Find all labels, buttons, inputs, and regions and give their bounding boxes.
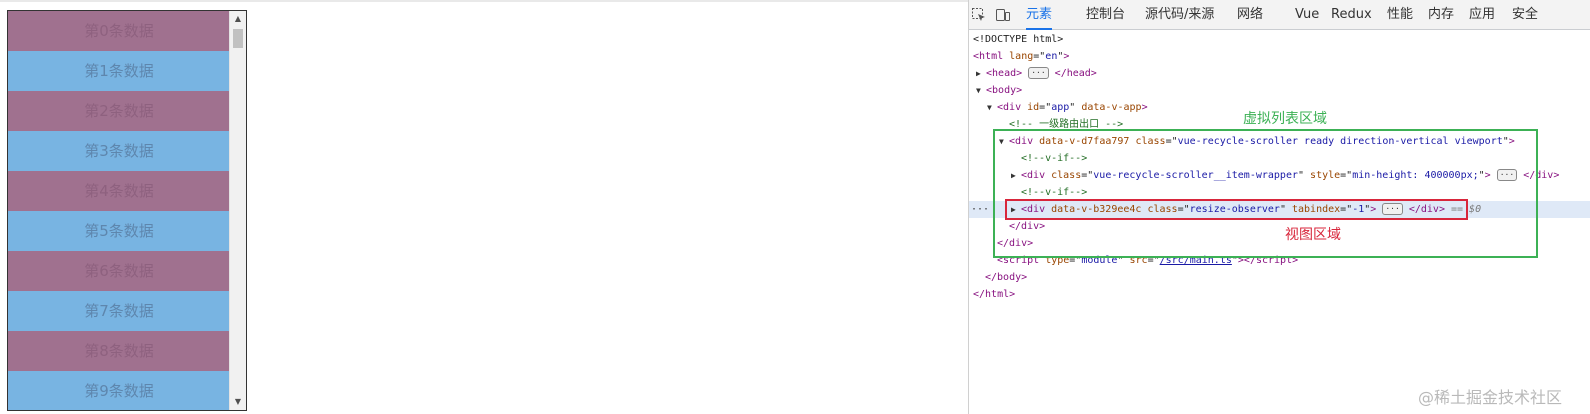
devtools-tab-label: 网络 xyxy=(1237,7,1264,22)
body-close-line[interactable]: </body> xyxy=(969,269,1590,286)
more-options-icon[interactable]: ··· xyxy=(971,201,989,218)
list-item: 第7条数据 xyxy=(8,291,230,331)
devtools-toolbar: 元素 控制台 源代码/来源 网络 Vue Redux 性能 内存 应用 安全 xyxy=(969,0,1590,30)
devtools-tab[interactable]: Redux xyxy=(1331,0,1372,30)
devtools-tab[interactable]: 元素 xyxy=(1026,0,1053,30)
app-data-attr: data-v-app xyxy=(1081,102,1142,113)
head-line[interactable]: ▶ <head> ··· </head> xyxy=(969,65,1590,82)
doctype-line: <!DOCTYPE html> xyxy=(969,31,1590,48)
devtools-tab[interactable]: 网络 xyxy=(1237,0,1263,30)
app-div-tag: div xyxy=(1003,102,1022,113)
app-id-value: app xyxy=(1051,102,1070,113)
html-open-line[interactable]: <html lang="en"> xyxy=(969,48,1590,65)
collapse-triangle-icon[interactable]: ▼ xyxy=(987,99,997,116)
list-item: 第1条数据 xyxy=(8,51,230,91)
close-body-tag: </body> xyxy=(985,272,1028,283)
scroll-up-arrow-icon[interactable]: ▲ xyxy=(230,11,246,27)
devtools-tab-label: 应用 xyxy=(1469,7,1496,22)
devtools-tab-label: 性能 xyxy=(1387,7,1414,22)
list-item: 第2条数据 xyxy=(8,91,230,131)
view-area-highlight-box xyxy=(1005,199,1468,220)
body-tag: body xyxy=(992,85,1017,96)
scrollbar-thumb[interactable] xyxy=(233,29,243,48)
watermark: @稀土掘金技术社区 xyxy=(1417,388,1562,407)
devtools-tab[interactable]: 应用 xyxy=(1469,0,1495,30)
devtools-tab[interactable]: 源代码/来源 xyxy=(1145,0,1214,30)
devtools-tab-label: Vue xyxy=(1295,7,1320,22)
virtual-list-highlight-box xyxy=(993,129,1538,258)
collapse-triangle-icon[interactable]: ▼ xyxy=(976,82,986,99)
list-item: 第6条数据 xyxy=(8,251,230,291)
html-tag: html xyxy=(979,51,1004,62)
devtools-tab[interactable]: 内存 xyxy=(1428,0,1454,30)
list-item: 第0条数据 xyxy=(8,11,230,51)
doctype-text: <!DOCTYPE html> xyxy=(973,34,1064,45)
expand-triangle-icon[interactable]: ▶ xyxy=(976,65,986,82)
head-tag: head xyxy=(992,68,1017,79)
scroll-down-arrow-icon[interactable]: ▼ xyxy=(230,394,246,410)
html-close-line[interactable]: </html> xyxy=(969,286,1590,303)
devtools-tab[interactable]: 性能 xyxy=(1387,0,1413,30)
list-item: 第3条数据 xyxy=(8,131,230,171)
virtual-list[interactable]: 第0条数据 第1条数据 第2条数据 第3条数据 第4条数据 第5条数据 第6条数据 第7条数据… xyxy=(7,10,247,411)
list-item: 第9条数据 xyxy=(8,371,230,410)
virtual-list-rows: 第0条数据 第1条数据 第2条数据 第3条数据 第4条数据 第5条数据 第6条数据 第7条数据… xyxy=(8,11,230,410)
list-item: 第4条数据 xyxy=(8,171,230,211)
devtools-tab-label: 控制台 xyxy=(1086,7,1126,22)
close-html-tag: </html> xyxy=(973,289,1016,300)
devtools-tab[interactable]: 控制台 xyxy=(1086,0,1125,30)
page: 第0条数据 第1条数据 第2条数据 第3条数据 第4条数据 第5条数据 第6条数据 第7条数据… xyxy=(0,0,1590,414)
devtools-tab-label: Redux xyxy=(1331,7,1372,22)
devtools-tab[interactable]: Vue xyxy=(1295,0,1319,30)
view-area-label: 视图区域 xyxy=(1285,227,1341,243)
top-border xyxy=(0,0,968,2)
virtual-list-area-label: 虚拟列表区域 xyxy=(1243,111,1327,127)
ellipsis-badge[interactable]: ··· xyxy=(1028,67,1049,79)
list-item: 第5条数据 xyxy=(8,211,230,251)
body-open-line[interactable]: ▼ <body> xyxy=(969,82,1590,99)
devtools-tab[interactable]: 安全 xyxy=(1512,0,1538,30)
inspect-element-icon[interactable] xyxy=(971,7,987,23)
devtools-tab-label: 源代码/来源 xyxy=(1145,7,1215,22)
active-tab-underline xyxy=(1026,28,1053,30)
device-toolbar-icon[interactable] xyxy=(995,7,1011,23)
html-lang-value: en xyxy=(1045,51,1058,62)
devtools-tab-label: 元素 xyxy=(1026,7,1053,22)
list-item: 第8条数据 xyxy=(8,331,230,371)
vertical-scrollbar[interactable]: ▲ ▼ xyxy=(229,11,246,410)
devtools-tab-label: 安全 xyxy=(1512,7,1539,22)
devtools-tab-label: 内存 xyxy=(1428,7,1455,22)
